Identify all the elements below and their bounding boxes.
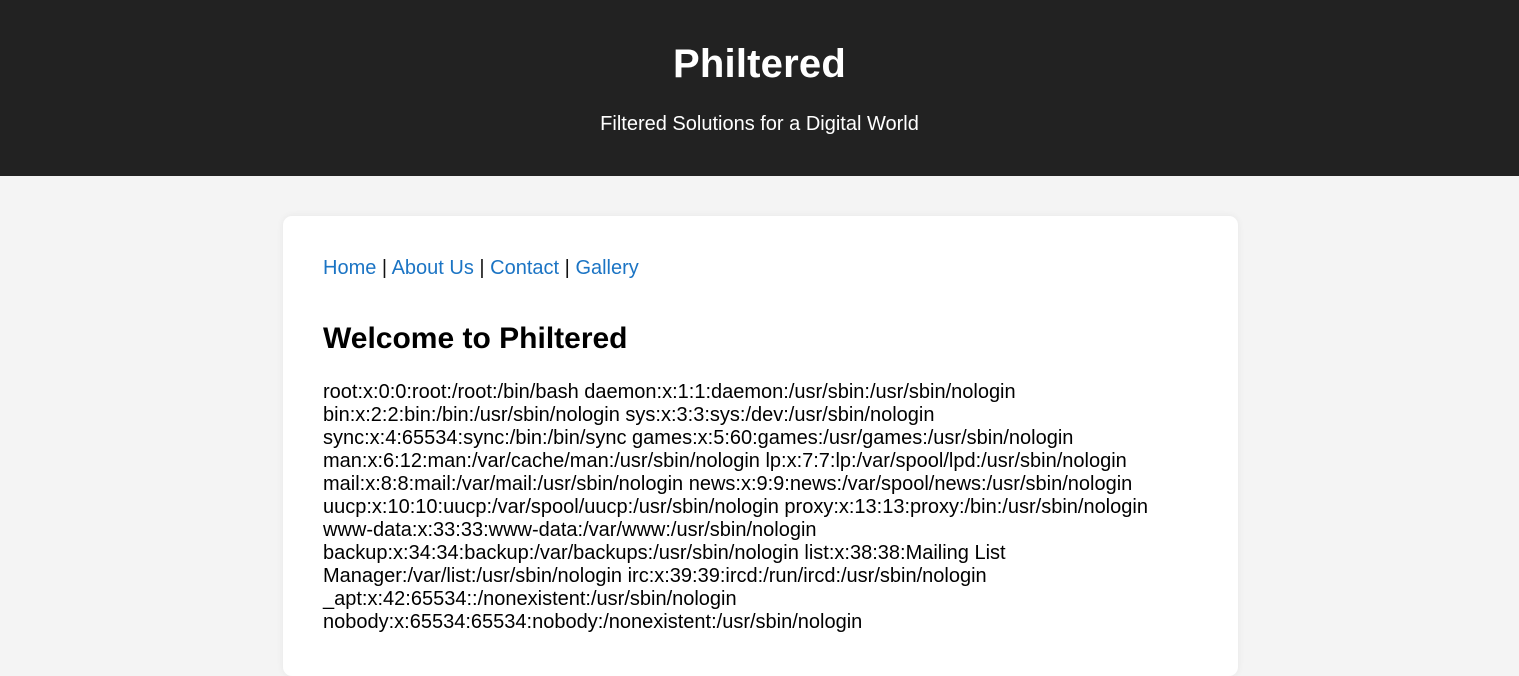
nav-separator: |: [564, 257, 570, 279]
nav-link-home[interactable]: Home: [323, 257, 376, 279]
nav-link-gallery[interactable]: Gallery: [575, 257, 638, 279]
page-heading: Welcome to Philtered: [323, 322, 628, 355]
file-contents-text: root:x:0:0:root:/root:/bin/bash daemon:x…: [323, 381, 1148, 633]
site-tagline: Filtered Solutions for a Digital World: [600, 113, 919, 135]
site-header: Philtered Filtered Solutions for a Digit…: [0, 0, 1519, 176]
nav-separator: |: [381, 257, 388, 279]
site-title: Philtered: [673, 42, 846, 86]
content-card: Home | About Us | Contact | Gallery Welc…: [283, 216, 1238, 676]
nav-link-contact[interactable]: Contact: [490, 257, 559, 279]
nav-separator: |: [479, 257, 485, 279]
nav-link-about-us[interactable]: About Us: [392, 257, 474, 279]
main-nav: Home | About Us | Contact | Gallery: [323, 256, 1198, 280]
